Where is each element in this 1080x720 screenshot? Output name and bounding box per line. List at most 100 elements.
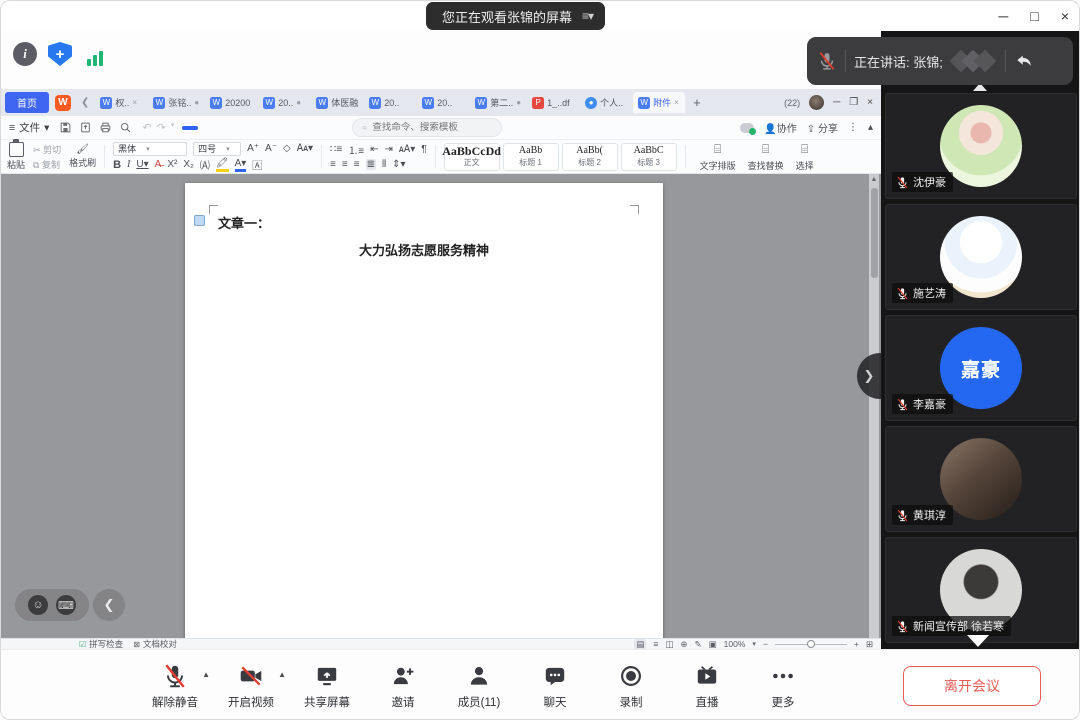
wps-doc-tab[interactable]: ● 个人.. ● ×	[580, 92, 632, 113]
collapse-pill-icon[interactable]: ❮	[93, 589, 125, 621]
reaction-pill[interactable]: ☺ ⌨	[15, 589, 89, 621]
export-icon[interactable]	[79, 121, 92, 134]
text-effects-icon[interactable]: 🗛▾	[297, 143, 313, 154]
history-caret-icon[interactable]: ▾	[171, 121, 175, 134]
wps-doc-tab[interactable]: W 20.. ● ×	[417, 92, 469, 113]
format-painter-button[interactable]: 🖌 格式刷	[69, 142, 96, 171]
tool-button[interactable]: ⌸ 查找替换	[742, 142, 790, 171]
paste-button[interactable]: 粘贴	[7, 142, 25, 171]
font-color-icon[interactable]: A▾	[235, 158, 247, 172]
ribbon-tab[interactable]	[308, 126, 324, 130]
numbered-list-icon[interactable]: ⒈≡	[348, 142, 364, 157]
info-icon[interactable]: i	[13, 42, 37, 66]
toolbar-item[interactable]: 录制 ▲	[593, 656, 669, 716]
leave-meeting-button[interactable]: 离开会议	[903, 666, 1041, 706]
close-button[interactable]: ×	[1061, 5, 1069, 27]
shield-plus-icon[interactable]: +	[48, 42, 72, 66]
more-menu-icon[interactable]: ⋮	[848, 122, 858, 133]
cloud-sync-icon[interactable]	[740, 123, 754, 133]
toolbar-item[interactable]: 解除静音 ▲	[137, 656, 213, 716]
cut-button[interactable]: ✂ 剪切	[33, 143, 61, 156]
participant-tile[interactable]: 黄琪淳	[885, 426, 1077, 532]
ribbon-tab[interactable]	[326, 126, 342, 130]
close-tab-icon[interactable]: ×	[132, 98, 137, 107]
emoji-icon[interactable]: ☺	[28, 595, 48, 615]
justify-icon[interactable]: ≣	[366, 159, 376, 170]
command-search-input[interactable]	[372, 122, 492, 133]
tab-back-icon[interactable]: ❮	[77, 97, 93, 108]
share-button[interactable]: ⇪ 分享	[807, 120, 838, 135]
wps-close-button[interactable]: ×	[867, 97, 873, 108]
decrease-indent-icon[interactable]: ⇤	[370, 144, 378, 155]
toolbar-item[interactable]: 成员(11) ▲	[441, 656, 517, 716]
wps-doc-tab[interactable]: W 第二.. ● ×	[470, 92, 526, 113]
new-tab-button[interactable]: +	[687, 95, 707, 110]
copy-button[interactable]: ⧉ 复制	[33, 158, 61, 171]
view-page-icon[interactable]: ▤	[634, 639, 646, 650]
participant-tile[interactable]: 沈伊豪	[885, 93, 1077, 199]
ribbon-tab[interactable]	[290, 126, 306, 130]
view-outline-icon[interactable]: ≡	[653, 639, 658, 649]
strikethrough-icon[interactable]: A̶	[155, 159, 162, 170]
ribbon-tab[interactable]	[236, 126, 252, 130]
return-arrow-icon[interactable]	[1014, 51, 1034, 71]
align-center-icon[interactable]: ≡	[342, 159, 348, 170]
toolbar-item[interactable]: 直播 ▲	[669, 656, 745, 716]
toolbar-item[interactable]: 共享屏幕 ▲	[289, 656, 365, 716]
collab-button[interactable]: 👤协作	[764, 120, 796, 135]
undo-icon[interactable]: ↶	[142, 121, 151, 134]
document-scrollbar[interactable]: ▲	[869, 174, 879, 638]
tool-button[interactable]: ⌸ 文字排版	[694, 142, 742, 171]
redo-icon[interactable]: ↷	[157, 121, 166, 134]
command-search[interactable]	[352, 118, 502, 137]
wps-doc-tab[interactable]: W 20200 ● ×	[205, 92, 257, 113]
document-page[interactable]: 文章一： 大力弘扬志愿服务精神	[185, 183, 663, 638]
style-chip[interactable]: AaBbC 标题 3	[621, 143, 677, 171]
superscript-icon[interactable]: X²	[167, 159, 177, 170]
participant-tile[interactable]: 新闻宣传部 徐若寒	[885, 537, 1077, 643]
fullscreen-icon[interactable]: ⊞	[866, 639, 873, 650]
clear-format-icon[interactable]: ◇	[283, 143, 291, 154]
zoom-slider[interactable]	[775, 644, 847, 645]
wps-doc-tab[interactable]: W 体医融 ● ×	[311, 92, 363, 113]
wps-logo-icon[interactable]: W	[55, 95, 71, 111]
zoom-caret-icon[interactable]: ▾	[752, 640, 756, 648]
wps-doc-tab[interactable]: W 20.. ● ×	[258, 92, 310, 113]
style-chip[interactable]: AaBbCcDd 正文	[444, 143, 500, 171]
para-mark-icon[interactable]: ¶	[421, 144, 426, 155]
collapse-ribbon-icon[interactable]: ▴	[868, 122, 873, 133]
account-avatar[interactable]	[809, 95, 824, 110]
ribbon-tab[interactable]	[218, 126, 234, 130]
keyboard-icon[interactable]: ⌨	[56, 595, 76, 615]
increase-indent-icon[interactable]: ⇥	[384, 144, 392, 155]
highlight-color-icon[interactable]: 🖍	[216, 158, 229, 172]
comment-marker-icon[interactable]	[194, 215, 205, 226]
shrink-font-icon[interactable]: A⁻	[265, 143, 277, 154]
zoom-in-button[interactable]: +	[854, 639, 859, 649]
ribbon-tab[interactable]	[200, 126, 216, 130]
style-chip[interactable]: AaBb 标题 1	[503, 143, 559, 171]
align-left-icon[interactable]: ≡	[330, 159, 336, 170]
grow-font-icon[interactable]: A⁺	[247, 143, 259, 154]
toolbar-item[interactable]: 邀请 ▲	[365, 656, 441, 716]
line-spacing-icon[interactable]: ⇕▾	[392, 159, 405, 170]
watching-banner[interactable]: 您正在观看张锦的屏幕 ≡▾	[426, 2, 605, 30]
close-tab-icon[interactable]: ×	[674, 98, 679, 107]
banner-menu-icon[interactable]: ≡▾	[582, 9, 593, 23]
distribute-icon[interactable]: ⫴	[382, 159, 386, 170]
view-web-icon[interactable]: ⊕	[680, 639, 687, 650]
fit-page-icon[interactable]: ▣	[709, 639, 717, 650]
wps-doc-tab[interactable]: W 张铭.. ● ×	[148, 92, 204, 113]
style-chip[interactable]: AaBb( 标题 2	[562, 143, 618, 171]
save-icon[interactable]	[59, 121, 72, 134]
wps-doc-tab[interactable]: W 权.. ● ×	[95, 92, 147, 113]
zoom-value[interactable]: 100%	[724, 639, 746, 649]
char-shading-icon[interactable]: 🄰	[252, 157, 262, 172]
ribbon-tab[interactable]	[254, 126, 270, 130]
view-ink-icon[interactable]: ✎	[695, 639, 702, 650]
preview-icon[interactable]	[119, 121, 132, 134]
wps-doc-tab[interactable]: W 附件 ● ×	[633, 92, 685, 113]
tool-button[interactable]: ⌸ 选择	[790, 142, 820, 171]
caret-icon[interactable]: ▲	[202, 670, 210, 679]
italic-icon[interactable]: I	[127, 159, 130, 170]
